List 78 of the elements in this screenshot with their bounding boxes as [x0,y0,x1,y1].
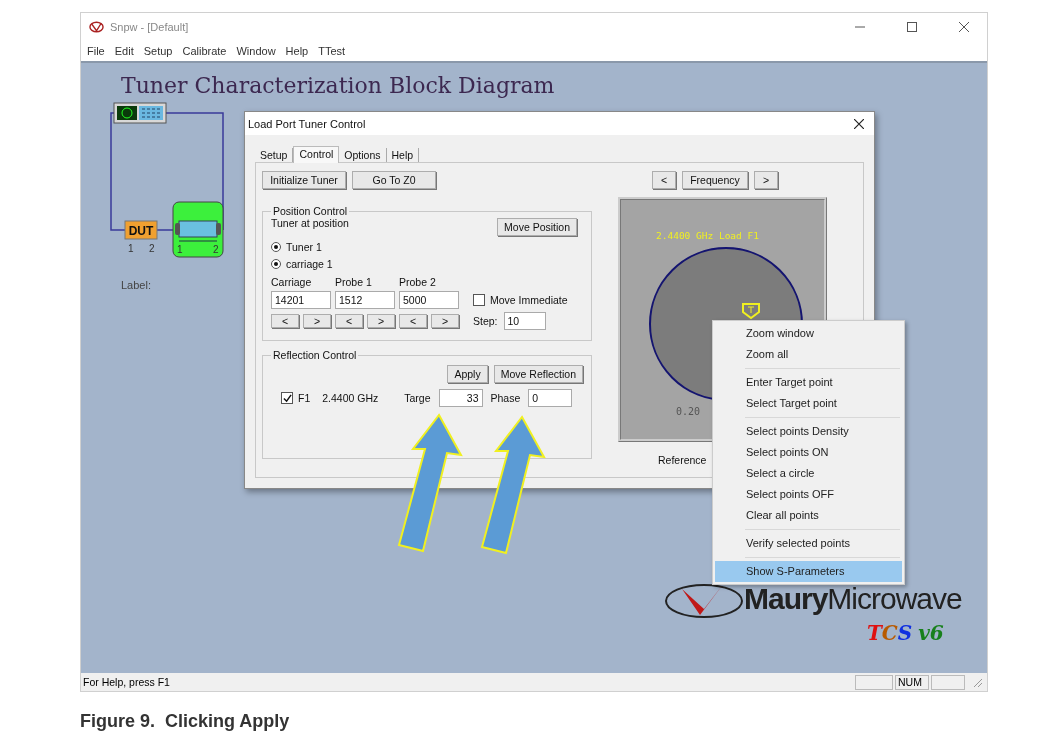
figure-caption: Figure 9. Clicking Apply [80,711,290,732]
product-name: TCS [866,621,913,645]
increment-button[interactable]: > [431,314,459,328]
menu-item[interactable]: Calibrate [182,45,227,57]
phase-field[interactable]: 0 [528,389,573,407]
decrement-button[interactable]: < [335,314,363,328]
close-icon[interactable] [854,118,864,129]
tuner-button[interactable]: Go To Z0 [352,171,436,189]
increment-button[interactable]: > [367,314,395,328]
menu-item[interactable]: Setup [143,45,173,57]
status-text: Tuner at position [271,217,349,229]
window-title: Snpw - [Default] [110,21,189,33]
brand-name: MauryMicrowave [744,582,962,616]
previous-button[interactable]: < [652,171,676,189]
node-label: Label: [121,279,151,291]
target-field[interactable]: 33 [438,389,483,407]
status-panel [931,674,965,690]
chart-title: 2.4400 GHz Load F1 [656,230,759,241]
port-label: 1 [128,243,134,254]
close-icon[interactable] [959,22,969,32]
diagram-title: Tuner Characterization Block Diagram [120,72,556,98]
position-field[interactable]: 14201 [271,291,331,309]
context-menu-item[interactable]: Show S-Parameters [715,561,902,582]
field-label: Probe 1 [335,276,373,288]
decrement-button[interactable]: < [271,314,299,328]
chart-reading: 0.20 [676,406,701,417]
group-title: Reflection Control [272,349,358,361]
menu-item[interactable]: Edit [114,45,134,57]
status-panel [855,674,893,690]
port-label: 2 [149,243,155,254]
checkmark-icon [282,393,292,403]
field-label: Carriage [271,276,313,288]
field-label: Targe [404,392,431,404]
resize-grip-icon[interactable] [971,676,983,688]
context-menu-item[interactable]: Select points ON [715,442,902,463]
radio-option[interactable]: carriage 1 [271,258,583,270]
step-field[interactable]: 10 [503,312,546,330]
context-menu-item[interactable]: Select points OFF [715,484,902,505]
tuner-button[interactable]: Initialize Tuner [262,171,346,189]
decrement-button[interactable]: < [399,314,427,328]
move-position-button[interactable]: Move Position [497,218,577,236]
status-indicator: NUM [895,674,929,690]
reference-text: Reference [658,454,707,466]
frequency-button[interactable]: Frequency [682,171,748,189]
tab[interactable]: Help [386,148,420,162]
tab[interactable]: Control [293,146,340,163]
status-text: For Help, press F1 [83,676,170,688]
position-field[interactable]: 1512 [335,291,395,309]
apply-button[interactable]: Apply [447,365,488,383]
move-reflection-button[interactable]: Move Reflection [493,365,583,383]
menu-item[interactable]: Help [285,45,309,57]
field-label: Phase [490,392,521,404]
menu-item[interactable]: Window [236,45,276,57]
frequency-checkbox[interactable]: F1 [281,392,311,404]
radio-option[interactable]: Tuner 1 [271,241,583,253]
context-menu-item[interactable]: Verify selected points [715,533,902,554]
app-icon [89,21,104,33]
port-label: 1 [177,244,183,255]
product-version: v6 [918,621,944,645]
tuner-block[interactable] [172,201,224,258]
position-field[interactable]: 5000 [399,291,459,309]
menu-item[interactable]: TTest [318,45,346,57]
frequency-text: 2.4400 GHz [322,392,380,404]
increment-button[interactable]: > [303,314,331,328]
field-label: Step: [473,315,498,327]
target-marker-icon [741,302,761,320]
menu-item[interactable]: File [87,45,105,57]
tab[interactable]: Options [339,148,387,162]
next-button[interactable]: > [754,171,778,189]
move-immediate-checkbox[interactable]: Move Immediate [473,294,573,306]
instrument-icon[interactable] [113,102,167,124]
group-title: Position Control [272,205,349,217]
port-label: 2 [213,244,219,255]
maximize-icon[interactable] [907,22,917,32]
field-label: Probe 2 [399,276,437,288]
context-menu-item[interactable]: Clear all points [715,505,902,526]
dialog-title: Load Port Tuner Control [248,117,366,130]
context-menu-item[interactable]: Select a circle [715,463,902,484]
